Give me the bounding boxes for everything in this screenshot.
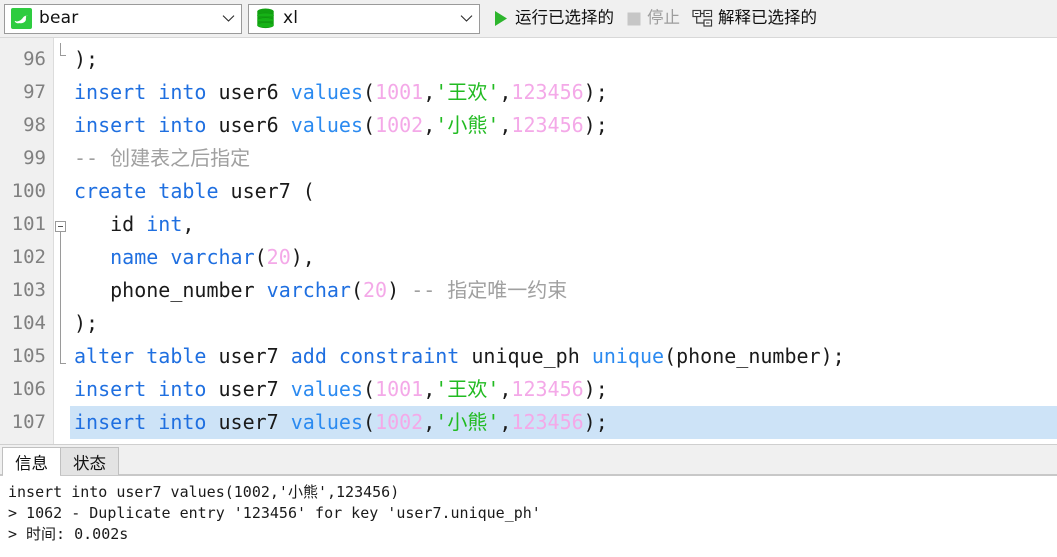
code-area[interactable]: ); insert into user6 values(1001,'王欢',12… [70, 38, 1057, 444]
log-line: > 时间: 0.002s [8, 525, 129, 543]
fold-gutter[interactable] [54, 38, 70, 444]
database-name: xl [283, 10, 299, 27]
code-line-97[interactable]: insert into user6 values(1001,'王欢',12345… [70, 76, 1057, 109]
code-line-100[interactable]: create table user7 ( [70, 175, 1057, 208]
fold-region-line [60, 232, 61, 363]
stop-icon [626, 11, 642, 27]
chevron-down-icon[interactable] [215, 14, 241, 23]
run-selected-button[interactable]: 运行已选择的 [486, 3, 620, 35]
code-line-96[interactable]: ); [70, 43, 1057, 76]
line-number: 97 [23, 81, 46, 103]
database-selector[interactable]: xl [248, 3, 480, 34]
line-number: 100 [11, 180, 46, 202]
play-icon [492, 9, 510, 28]
line-number: 106 [11, 378, 46, 400]
fold-end-tick-104 [60, 363, 66, 364]
line-number-gutter: 96 97 98 99 100 101 102 103 104 105 106 … [0, 38, 54, 444]
fold-toggle-100[interactable] [55, 221, 66, 232]
line-number: 96 [23, 48, 46, 70]
line-number: 103 [11, 279, 46, 301]
results-tabbar: 信息 状态 [0, 445, 1057, 476]
database-icon [252, 8, 278, 30]
code-line-104[interactable]: ); [70, 307, 1057, 340]
results-panel: 信息 状态 insert into user7 values(1002,'小熊'… [0, 445, 1057, 557]
code-line-101[interactable]: id int, [70, 208, 1057, 241]
stop-label: 停止 [647, 8, 680, 28]
connection-name: bear [39, 10, 79, 27]
code-line-107[interactable]: insert into user7 values(1002,'小熊',12345… [70, 406, 1057, 439]
explain-selected-button[interactable]: 解释已选择的 [686, 3, 823, 35]
code-line-99[interactable]: -- 创建表之后指定 [70, 142, 1057, 175]
fold-line-end-96 [60, 43, 61, 55]
tab-status[interactable]: 状态 [60, 447, 119, 475]
line-number: 105 [11, 345, 46, 367]
code-line-103[interactable]: phone_number varchar(20) -- 指定唯一约束 [70, 274, 1057, 307]
stop-button[interactable]: 停止 [620, 3, 686, 35]
connection-selector[interactable]: bear [4, 3, 242, 34]
log-line: > 1062 - Duplicate entry '123456' for ke… [8, 504, 541, 522]
code-line-105[interactable]: alter table user7 add constraint unique_… [70, 340, 1057, 373]
line-number: 98 [23, 114, 46, 136]
explain-selected-label: 解释已选择的 [718, 8, 817, 28]
fold-end-tick-96 [60, 55, 66, 56]
code-line-98[interactable]: insert into user6 values(1002,'小熊',12345… [70, 109, 1057, 142]
explain-plan-icon [692, 9, 713, 28]
log-line: insert into user7 values(1002,'小熊',12345… [8, 483, 400, 501]
code-line-106[interactable]: insert into user7 values(1001,'王欢',12345… [70, 373, 1057, 406]
line-number: 101 [11, 213, 46, 235]
tab-info[interactable]: 信息 [2, 447, 61, 476]
line-number: 99 [23, 147, 46, 169]
line-number: 102 [11, 246, 46, 268]
line-number: 104 [11, 312, 46, 334]
line-number: 107 [11, 411, 46, 433]
message-log[interactable]: insert into user7 values(1002,'小熊',12345… [0, 475, 1057, 557]
code-line-102[interactable]: name varchar(20), [70, 241, 1057, 274]
mysql-dolphin-icon [8, 8, 34, 29]
run-selected-label: 运行已选择的 [515, 8, 614, 28]
chevron-down-icon[interactable] [453, 14, 479, 23]
toolbar: bear xl 运行已选择的 停止 解释已选择的 [0, 0, 1057, 38]
sql-editor[interactable]: 96 97 98 99 100 101 102 103 104 105 106 … [0, 38, 1057, 445]
sql-editor-window: bear xl 运行已选择的 停止 解释已选择的 96 97 98 99 100… [0, 0, 1057, 557]
